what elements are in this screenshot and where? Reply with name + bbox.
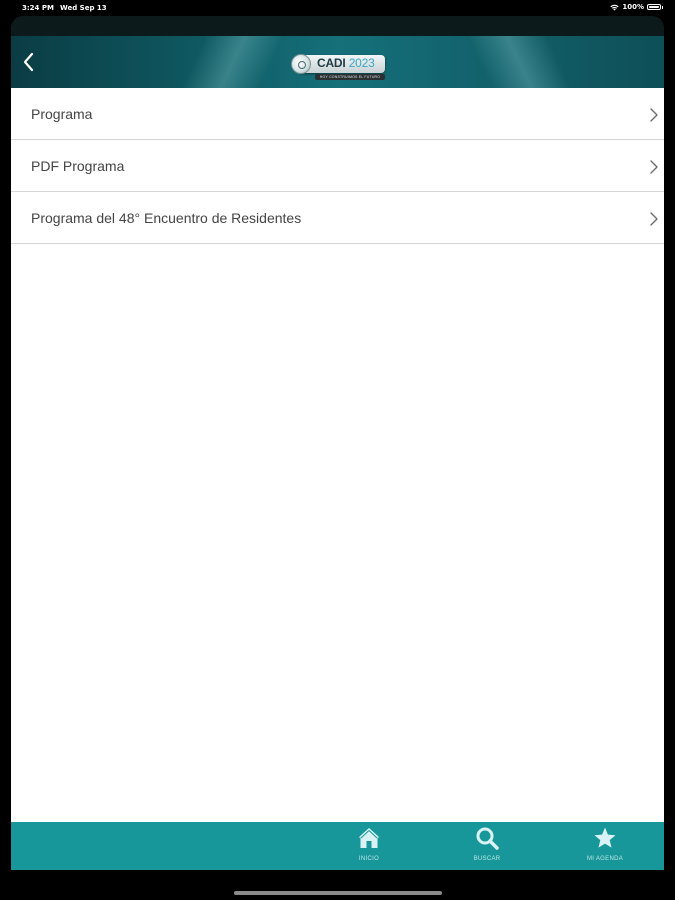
tab-mi-agenda[interactable]: MI AGENDA — [565, 822, 645, 870]
list-item-pdf-programa[interactable]: PDF Programa — [11, 140, 664, 192]
battery-percentage: 100% — [622, 3, 644, 11]
chevron-right-icon — [650, 108, 658, 122]
tab-label: INICIO — [358, 856, 380, 862]
tab-label: MI AGENDA — [586, 856, 624, 862]
chevron-right-icon — [650, 212, 658, 226]
program-list: Programa PDF Programa Programa del 48° E… — [11, 88, 664, 244]
home-icon — [358, 828, 380, 848]
tab-bar: INICIO BUSCAR MI AGENDA — [11, 822, 664, 870]
chevron-right-icon — [650, 160, 658, 174]
status-bar: 3:24 PM Wed Sep 13 100% — [0, 0, 675, 16]
header-decoration — [441, 36, 601, 88]
home-indicator[interactable] — [234, 891, 442, 895]
list-item-label: PDF Programa — [31, 158, 125, 174]
status-date: Wed Sep 13 — [60, 4, 107, 12]
header-banner: CADI 2023 HOY CONSTRUIMOS EL FUTURO — [11, 36, 664, 88]
list-item-programa[interactable]: Programa — [11, 88, 664, 140]
tab-buscar[interactable]: BUSCAR — [447, 822, 527, 870]
cadi-logo: CADI 2023 HOY CONSTRUIMOS EL FUTURO — [291, 52, 387, 82]
list-item-label: Programa — [31, 106, 93, 122]
logo-text: CADI 2023 — [317, 56, 375, 70]
search-icon — [476, 827, 499, 850]
tab-label: BUSCAR — [473, 856, 501, 862]
wifi-icon — [610, 4, 619, 10]
logo-year: 2023 — [348, 56, 375, 70]
battery-icon — [647, 4, 661, 10]
tab-inicio[interactable]: INICIO — [329, 822, 409, 870]
list-item-encuentro-residentes[interactable]: Programa del 48° Encuentro de Residentes — [11, 192, 664, 244]
header-decoration — [151, 36, 311, 88]
status-right: 100% — [610, 3, 663, 11]
battery-tip — [662, 5, 663, 9]
logo-tagline: HOY CONSTRUIMOS EL FUTURO — [315, 74, 385, 80]
logo-emblem-icon — [291, 54, 311, 74]
back-button[interactable] — [17, 50, 41, 74]
list-item-label: Programa del 48° Encuentro de Residentes — [31, 210, 302, 226]
status-time: 3:24 PM — [22, 4, 54, 12]
star-icon — [594, 827, 616, 848]
window-frame — [11, 16, 664, 36]
logo-name: CADI — [317, 56, 346, 70]
chevron-left-icon — [23, 52, 34, 72]
app-screen: CADI 2023 HOY CONSTRUIMOS EL FUTURO Prog… — [11, 36, 664, 870]
